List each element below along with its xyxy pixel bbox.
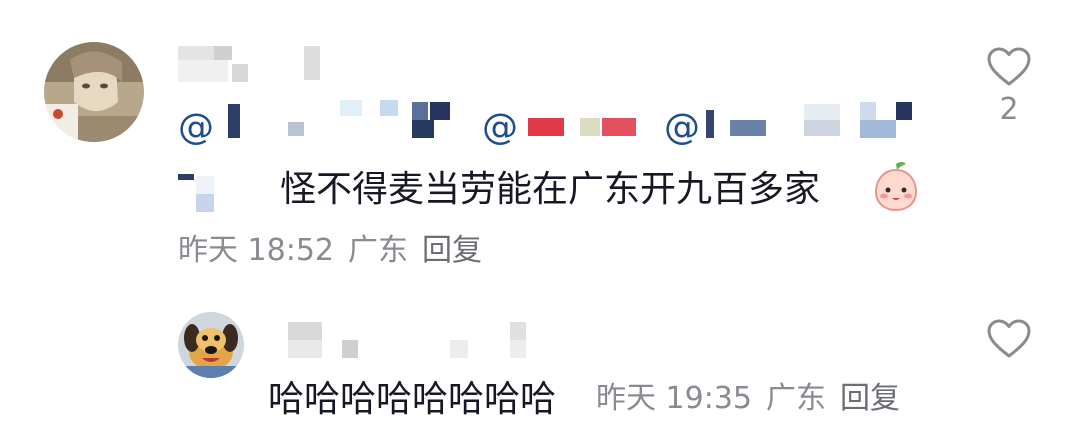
comment-time: 昨天 18:52 bbox=[178, 233, 334, 268]
like-button[interactable] bbox=[984, 318, 1034, 364]
reply-button[interactable]: 回复 bbox=[840, 381, 900, 416]
reply-button[interactable]: 回复 bbox=[422, 233, 482, 268]
heart-icon bbox=[987, 47, 1031, 86]
heart-icon bbox=[987, 319, 1031, 358]
peach-face-emoji-icon bbox=[872, 160, 920, 212]
comment-meta: 昨天 18:52 广东 回复 bbox=[178, 236, 496, 266]
mention-link[interactable]: @ bbox=[664, 110, 700, 146]
mention-link[interactable]: @ bbox=[178, 110, 214, 146]
avatar[interactable] bbox=[178, 312, 244, 378]
like-count: 2 bbox=[999, 92, 1019, 127]
avatar[interactable] bbox=[44, 42, 144, 142]
anime-character-avatar-image bbox=[44, 42, 144, 142]
cartoon-dog-avatar-image bbox=[178, 312, 244, 378]
reply-text: 哈哈哈哈哈哈哈哈 bbox=[268, 379, 557, 420]
mention-link[interactable]: @ bbox=[482, 110, 518, 146]
reply-location: 广东 bbox=[766, 381, 826, 416]
reply-meta: 昨天 19:35 广东 回复 bbox=[596, 384, 914, 414]
comment-text: 怪不得麦当劳能在广东开九百多家 bbox=[280, 169, 821, 210]
comment-location: 广东 bbox=[348, 233, 408, 268]
like-button[interactable]: 2 bbox=[984, 46, 1034, 127]
reply-time: 昨天 19:35 bbox=[596, 381, 752, 416]
